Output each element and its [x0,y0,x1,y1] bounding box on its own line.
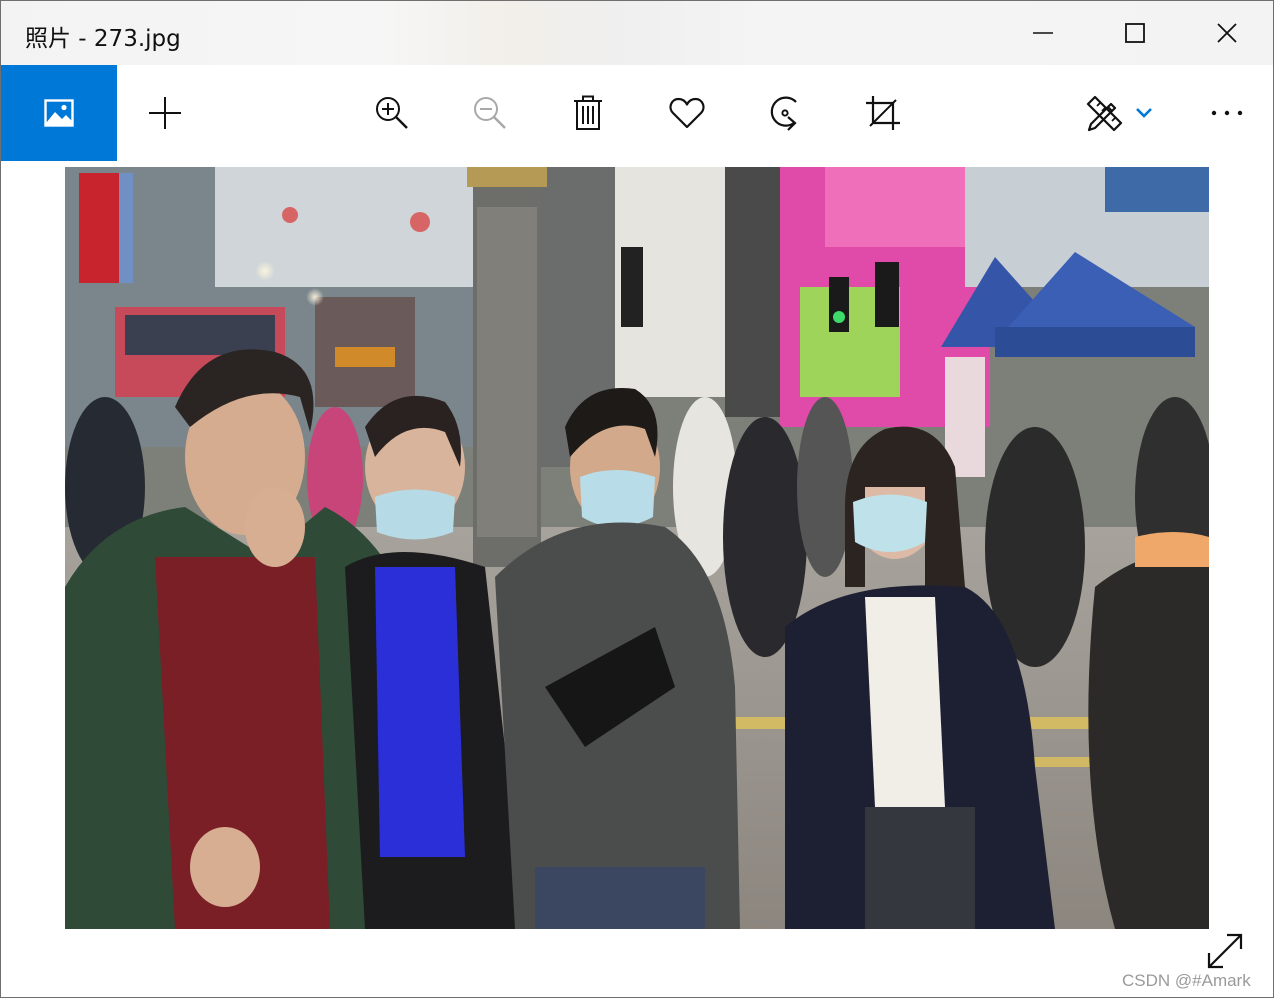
trash-icon [574,95,602,130]
delete-button[interactable] [564,89,612,137]
minimize-icon [1033,32,1053,34]
more-button[interactable] [1203,89,1251,137]
zoom-in-button[interactable] [368,89,416,137]
chevron-down-icon [1136,108,1152,118]
toolbar [1,65,1273,161]
zoom-in-icon [376,97,408,129]
ellipsis-icon [1211,110,1243,116]
zoom-out-icon [474,97,506,129]
minimize-button[interactable] [997,1,1089,65]
title-bar[interactable]: 照片 - 273.jpg [1,1,1273,65]
crop-icon [866,96,900,130]
favorite-button[interactable] [663,89,711,137]
watermark-text: CSDN @#Amark [1122,971,1251,990]
maximize-icon [1125,23,1145,43]
edit-draw-button[interactable] [1080,89,1128,137]
rotate-icon [770,96,797,131]
zoom-out-button[interactable] [466,89,514,137]
pen-ruler-icon [1086,95,1123,132]
street-photo [65,167,1209,929]
add-button[interactable] [141,89,189,137]
close-button[interactable] [1181,1,1273,65]
heart-icon [669,97,705,129]
photo-image[interactable] [65,167,1209,929]
window-title: 照片 - 273.jpg [25,26,181,52]
rotate-button[interactable] [761,89,809,137]
fullscreen-button[interactable] [1201,927,1249,975]
crop-button[interactable] [859,89,907,137]
image-viewer: CSDN @#Amark [1,161,1273,997]
photos-app-window: 照片 - 273.jpg CSDN @#Amark [0,0,1274,998]
home-button[interactable] [1,65,117,161]
plus-icon [149,97,181,129]
expand-diagonal-icon [1207,933,1243,969]
image-icon [44,99,74,127]
close-icon [1217,23,1237,43]
edit-dropdown-button[interactable] [1124,89,1164,137]
maximize-button[interactable] [1089,1,1181,65]
